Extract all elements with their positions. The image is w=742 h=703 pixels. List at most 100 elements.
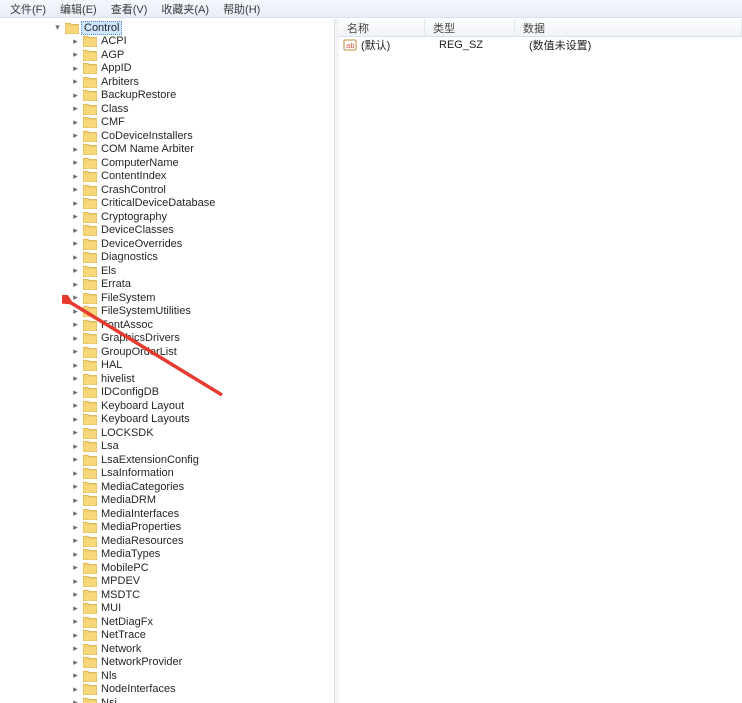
tree-item[interactable]: ▸hivelist xyxy=(0,372,334,386)
tree-item[interactable]: ▸MediaInterfaces xyxy=(0,507,334,521)
expand-icon[interactable]: ▸ xyxy=(70,198,81,209)
expand-icon[interactable]: ▸ xyxy=(70,441,81,452)
expand-icon[interactable]: ▸ xyxy=(70,279,81,290)
expand-icon[interactable]: ▸ xyxy=(70,360,81,371)
expand-icon[interactable]: ▸ xyxy=(70,535,81,546)
tree-item[interactable]: ▸CriticalDeviceDatabase xyxy=(0,197,334,211)
expand-icon[interactable]: ▸ xyxy=(70,346,81,357)
expand-icon[interactable]: ▸ xyxy=(70,211,81,222)
expand-icon[interactable]: ▸ xyxy=(70,171,81,182)
tree-item[interactable]: ▸Diagnostics xyxy=(0,251,334,265)
tree-item[interactable]: ▸CrashControl xyxy=(0,183,334,197)
tree-item[interactable]: ▸MediaResources xyxy=(0,534,334,548)
tree-item[interactable]: ▸NetworkProvider xyxy=(0,656,334,670)
expand-icon[interactable]: ▸ xyxy=(70,76,81,87)
list-row[interactable]: ab (默认) REG_SZ (数值未设置) xyxy=(339,37,742,53)
tree-item[interactable]: ▸CMF xyxy=(0,116,334,130)
expand-icon[interactable]: ▸ xyxy=(70,90,81,101)
tree-item[interactable]: ▸Els xyxy=(0,264,334,278)
expand-icon[interactable]: ▸ xyxy=(70,468,81,479)
tree-item[interactable]: ▸DeviceOverrides xyxy=(0,237,334,251)
tree-item[interactable]: ▸Keyboard Layouts xyxy=(0,413,334,427)
expand-icon[interactable]: ▸ xyxy=(70,684,81,695)
expand-icon[interactable]: ▸ xyxy=(70,265,81,276)
expand-icon[interactable]: ▸ xyxy=(70,630,81,641)
tree-item[interactable]: ▸Errata xyxy=(0,278,334,292)
column-header-data[interactable]: 数据 xyxy=(515,19,742,36)
expand-icon[interactable]: ▸ xyxy=(70,36,81,47)
tree-item[interactable]: ▸NetDiagFx xyxy=(0,615,334,629)
expand-icon[interactable]: ▸ xyxy=(70,454,81,465)
tree-item[interactable]: ▸LsaInformation xyxy=(0,467,334,481)
tree-item[interactable]: ▸ComputerName xyxy=(0,156,334,170)
expand-icon[interactable]: ▸ xyxy=(70,49,81,60)
expand-icon[interactable]: ▸ xyxy=(70,184,81,195)
tree-item[interactable]: ▸FileSystemUtilities xyxy=(0,305,334,319)
tree-item[interactable]: ▸FontAssoc xyxy=(0,318,334,332)
tree-item[interactable]: ▸GraphicsDrivers xyxy=(0,332,334,346)
expand-icon[interactable]: ▸ xyxy=(70,697,81,703)
expand-icon[interactable]: ▸ xyxy=(70,252,81,263)
expand-icon[interactable]: ▸ xyxy=(70,387,81,398)
expand-icon[interactable]: ▸ xyxy=(70,562,81,573)
tree-item[interactable]: ▸Keyboard Layout xyxy=(0,399,334,413)
expand-icon[interactable]: ▸ xyxy=(70,508,81,519)
tree-item[interactable]: ▸Class xyxy=(0,102,334,116)
expand-icon[interactable]: ▸ xyxy=(70,117,81,128)
column-header-type[interactable]: 类型 xyxy=(425,19,515,36)
expand-icon[interactable]: ▸ xyxy=(70,522,81,533)
tree-scroll[interactable]: ▾Control▸ACPI▸AGP▸AppID▸Arbiters▸BackupR… xyxy=(0,19,334,703)
tree-item[interactable]: ▸LOCKSDK xyxy=(0,426,334,440)
expand-icon[interactable]: ▸ xyxy=(70,103,81,114)
expand-icon[interactable]: ▸ xyxy=(70,481,81,492)
tree-item[interactable]: ▸MPDEV xyxy=(0,575,334,589)
tree-item[interactable]: ▸AppID xyxy=(0,62,334,76)
expand-icon[interactable]: ▸ xyxy=(70,225,81,236)
tree-item[interactable]: ▸Lsa xyxy=(0,440,334,454)
tree-item[interactable]: ▸MediaProperties xyxy=(0,521,334,535)
expand-icon[interactable]: ▸ xyxy=(70,414,81,425)
menu-view[interactable]: 查看(V) xyxy=(105,0,154,18)
tree-item[interactable]: ▸Cryptography xyxy=(0,210,334,224)
tree-item[interactable]: ▸DeviceClasses xyxy=(0,224,334,238)
tree-item[interactable]: ▸HAL xyxy=(0,359,334,373)
expand-icon[interactable]: ▸ xyxy=(70,589,81,600)
expand-icon[interactable]: ▸ xyxy=(70,292,81,303)
tree-root-control[interactable]: ▾Control xyxy=(0,21,334,35)
expand-icon[interactable]: ▸ xyxy=(70,549,81,560)
tree-item[interactable]: ▸COM Name Arbiter xyxy=(0,143,334,157)
tree-item[interactable]: ▸BackupRestore xyxy=(0,89,334,103)
expand-icon[interactable]: ▸ xyxy=(70,238,81,249)
expand-icon[interactable]: ▸ xyxy=(70,144,81,155)
menu-help[interactable]: 帮助(H) xyxy=(217,0,266,18)
tree-item[interactable]: ▸Network xyxy=(0,642,334,656)
expand-icon[interactable]: ▸ xyxy=(70,670,81,681)
collapse-icon[interactable]: ▾ xyxy=(52,22,63,33)
tree-item[interactable]: ▸Nls xyxy=(0,669,334,683)
column-header-name[interactable]: 名称 xyxy=(339,19,425,36)
expand-icon[interactable]: ▸ xyxy=(70,657,81,668)
expand-icon[interactable]: ▸ xyxy=(70,603,81,614)
tree-item[interactable]: ▸MediaTypes xyxy=(0,548,334,562)
menu-favorites[interactable]: 收藏夹(A) xyxy=(155,0,215,18)
tree-item[interactable]: ▸AGP xyxy=(0,48,334,62)
tree-item[interactable]: ▸ContentIndex xyxy=(0,170,334,184)
expand-icon[interactable]: ▸ xyxy=(70,373,81,384)
menu-edit[interactable]: 编辑(E) xyxy=(54,0,103,18)
tree-item[interactable]: ▸ACPI xyxy=(0,35,334,49)
tree-item[interactable]: ▸LsaExtensionConfig xyxy=(0,453,334,467)
tree-item[interactable]: ▸IDConfigDB xyxy=(0,386,334,400)
tree-item[interactable]: ▸NodeInterfaces xyxy=(0,683,334,697)
menu-file[interactable]: 文件(F) xyxy=(4,0,52,18)
tree-item[interactable]: ▸CoDeviceInstallers xyxy=(0,129,334,143)
tree-item[interactable]: ▸MediaDRM xyxy=(0,494,334,508)
expand-icon[interactable]: ▸ xyxy=(70,400,81,411)
tree-item[interactable]: ▸MediaCategories xyxy=(0,480,334,494)
expand-icon[interactable]: ▸ xyxy=(70,319,81,330)
expand-icon[interactable]: ▸ xyxy=(70,427,81,438)
tree-item[interactable]: ▸NetTrace xyxy=(0,629,334,643)
tree-item[interactable]: ▸GroupOrderList xyxy=(0,345,334,359)
expand-icon[interactable]: ▸ xyxy=(70,157,81,168)
expand-icon[interactable]: ▸ xyxy=(70,130,81,141)
tree-item[interactable]: ▸MUI xyxy=(0,602,334,616)
